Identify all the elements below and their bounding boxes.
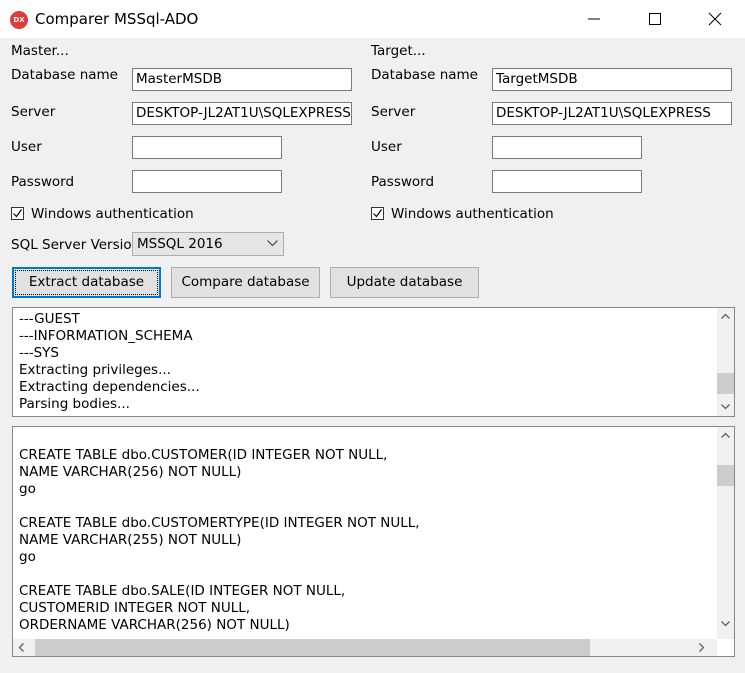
master-server-label: Server [11,104,56,120]
log-vertical-scrollbar[interactable] [717,308,734,416]
scroll-up-icon[interactable] [717,308,734,325]
master-windows-auth-label[interactable]: Windows authentication [31,206,194,222]
close-button[interactable] [692,0,738,38]
maximize-icon [649,13,661,25]
minimize-icon [588,18,600,20]
target-windows-auth-checkbox[interactable] [371,207,384,220]
script-line: NAME VARCHAR(255) NOT NULL) [19,532,242,548]
script-line: CREATE TABLE dbo.CUSTOMERTYPE(ID INTEGER… [19,515,420,531]
script-horizontal-scrollbar[interactable] [13,639,717,656]
script-line: ORDERNAME VARCHAR(256) NOT NULL) [19,617,290,633]
scroll-down-icon[interactable] [717,398,734,415]
update-database-button[interactable]: Update database [330,267,479,298]
log-scroll-thumb[interactable] [717,373,734,394]
master-user-label: User [11,139,42,155]
scroll-up-icon[interactable] [717,427,734,444]
script-line: CREATE TABLE dbo.SALE(ID INTEGER NOT NUL… [19,583,346,599]
window-title: Comparer MSSql-ADO [35,10,199,28]
target-heading: Target... [371,43,426,59]
script-line: go [19,481,36,497]
target-database-label: Database name [371,67,478,83]
checkmark-icon [373,209,382,218]
script-line: CREATE TABLE dbo.CUSTOMER(ID INTEGER NOT… [19,447,388,463]
compare-database-button[interactable]: Compare database [171,267,320,298]
log-line: ---INFORMATION_SCHEMA [19,328,193,344]
app-logo-icon: DX [10,11,28,29]
compare-database-label: Compare database [181,274,310,290]
master-windows-auth-checkbox[interactable] [11,207,24,220]
target-user-label: User [371,139,402,155]
app-window: DX Comparer MSSql-ADO Master... Database… [0,0,745,673]
scroll-down-icon[interactable] [717,615,734,632]
focus-rectangle [15,270,158,295]
target-database-input[interactable]: TargetMSDB [492,68,732,91]
target-server-label: Server [371,104,416,120]
target-password-input[interactable] [492,170,642,193]
script-hscroll-thumb[interactable] [35,639,590,656]
log-output[interactable]: ---GUEST ---INFORMATION_SCHEMA ---SYS Ex… [12,307,735,417]
sql-version-label: SQL Server Version [11,237,141,253]
target-password-label: Password [371,174,435,190]
scroll-left-icon[interactable] [13,639,30,656]
maximize-button[interactable] [632,0,678,38]
checkmark-icon [13,209,22,218]
master-user-input[interactable] [132,136,282,159]
minimize-button[interactable] [571,0,617,38]
master-database-label: Database name [11,67,118,83]
target-windows-auth-label[interactable]: Windows authentication [391,206,554,222]
script-line: go [19,549,36,565]
target-user-input[interactable] [492,136,642,159]
script-scroll-thumb[interactable] [717,465,734,486]
log-line: Extracting privileges... [19,362,171,378]
sql-version-value: MSSQL 2016 [137,236,223,252]
title-bar[interactable]: DX Comparer MSSql-ADO [0,0,745,38]
chevron-down-icon [267,240,278,247]
extract-database-button[interactable]: Extract database [12,267,161,298]
master-server-input[interactable]: DESKTOP-JL2AT1U\SQLEXPRESS [132,102,352,125]
scroll-right-icon[interactable] [693,639,710,656]
script-line: CUSTOMERID INTEGER NOT NULL, [19,600,251,616]
script-output[interactable]: CREATE TABLE dbo.CUSTOMER(ID INTEGER NOT… [12,426,735,657]
master-password-label: Password [11,174,75,190]
log-line: ---GUEST [19,311,80,327]
script-vertical-scrollbar[interactable] [717,427,734,639]
log-line: Parsing bodies... [19,396,130,412]
sql-version-select[interactable]: MSSQL 2016 [132,232,284,256]
master-heading: Master... [11,43,69,59]
target-server-input[interactable]: DESKTOP-JL2AT1U\SQLEXPRESS [492,102,732,125]
log-line: ---SYS [19,345,59,361]
update-database-label: Update database [346,274,463,290]
master-password-input[interactable] [132,170,282,193]
master-database-input[interactable]: MasterMSDB [132,68,352,91]
close-icon [708,12,722,26]
log-line: Extracting dependencies... [19,379,200,395]
script-line: NAME VARCHAR(256) NOT NULL) [19,464,242,480]
